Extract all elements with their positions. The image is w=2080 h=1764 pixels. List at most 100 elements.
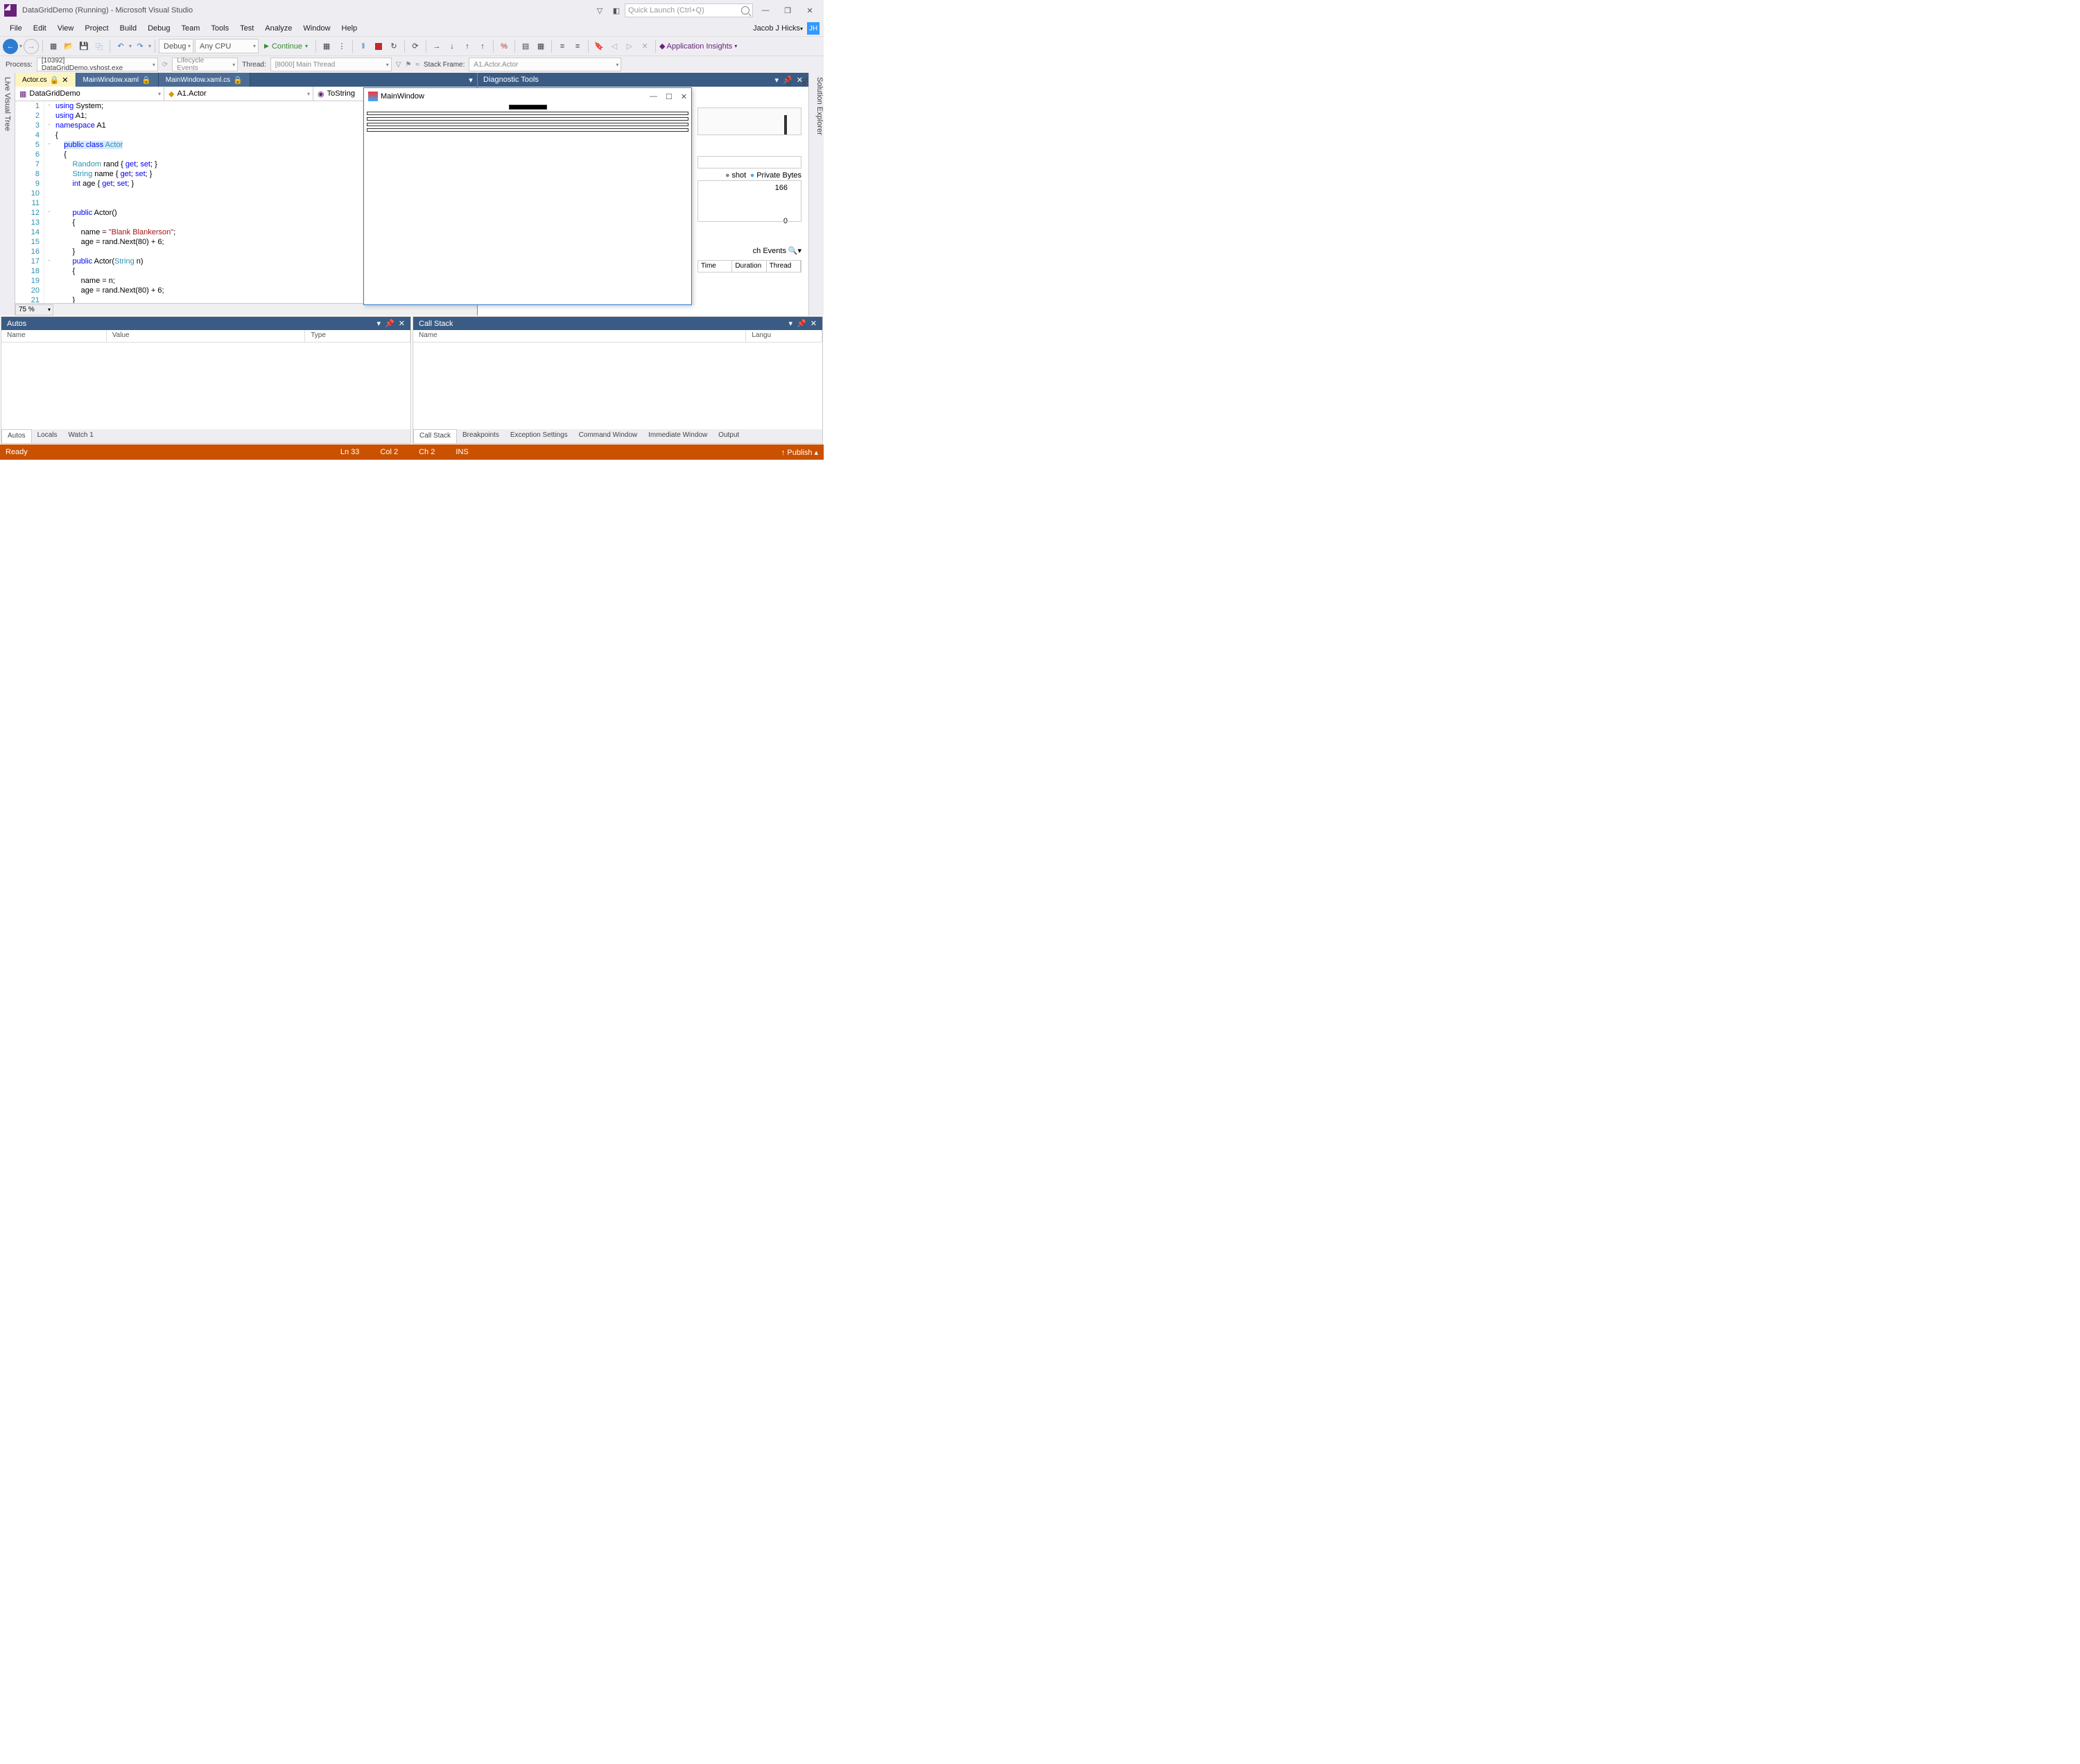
bottom-tab-autos[interactable]: Autos [1,429,32,443]
config-dropdown[interactable]: Debug [159,39,193,53]
save-all-icon[interactable]: ⿻ [92,40,106,53]
thread-dropdown[interactable]: [8000] Main Thread [270,58,392,71]
vs-logo-icon [4,4,17,17]
running-app-window[interactable]: MainWindow — ☐ ✕ [363,87,692,305]
nav-type[interactable]: ◆A1.Actor [164,87,313,101]
notifications-icon[interactable]: ◧ [611,5,622,16]
tool-icon-1[interactable]: ▦ [320,40,333,53]
close-icon[interactable]: ✕ [811,319,817,328]
step-over-icon[interactable]: ↓ [445,40,459,53]
menu-view[interactable]: View [52,23,80,34]
pin-icon[interactable]: 📌 [797,319,806,328]
tool-icon-4[interactable]: ▦ [534,40,548,53]
horizontal-scrollbar[interactable] [53,305,477,315]
menu-team[interactable]: Team [176,23,206,34]
datagrid-header[interactable] [509,105,547,110]
diagnostic-title: Diagnostic Tools [483,76,539,84]
menu-debug[interactable]: Debug [142,23,175,34]
save-icon[interactable]: 💾 [77,40,91,53]
maximize-icon[interactable]: ☐ [666,92,673,101]
step-into-icon[interactable]: → [430,40,444,53]
bottom-tab-breakpoints[interactable]: Breakpoints [457,429,505,443]
menu-project[interactable]: Project [79,23,114,34]
prev-icon[interactable]: ◁ [607,40,621,53]
next-icon[interactable]: ▷ [623,40,636,53]
stop-icon[interactable] [372,40,385,53]
tab-actor-cs[interactable]: Actor.cs 🔒 ✕ [15,73,76,87]
tab-mainwindow-xaml[interactable]: MainWindow.xaml 🔒 [76,73,159,87]
menu-edit[interactable]: Edit [28,23,52,34]
close-button[interactable]: ✕ [800,3,820,18]
menu-tools[interactable]: Tools [205,23,234,34]
bottom-tab-output[interactable]: Output [713,429,745,443]
nav-project[interactable]: ▦DataGridDemo [15,87,164,101]
tab-overflow[interactable]: ▾ [465,73,477,87]
indent-icon[interactable]: ≡ [555,40,569,53]
process-dropdown[interactable]: [10392] DataGridDemo.vshost.exe [37,58,158,71]
datagrid-row[interactable] [367,117,688,121]
undo-icon[interactable]: ↶ [114,40,128,53]
new-project-icon[interactable]: ▦ [46,40,60,53]
datagrid-row[interactable] [367,112,688,115]
stackframe-dropdown[interactable]: A1.Actor.Actor [469,58,621,71]
tool-icon-2[interactable]: ⋮ [335,40,349,53]
right-tab-solution-explorer[interactable]: Solution Explorer [815,77,824,315]
left-sidebar[interactable]: Live Visual Tree [0,73,15,315]
restart-icon[interactable]: ↻ [387,40,401,53]
nav-back-button[interactable]: ← [3,39,18,54]
user-name[interactable]: Jacob J Hicks [753,24,800,33]
callstack-title: Call Stack [419,320,453,328]
zoom-dropdown[interactable]: 75 % [15,304,53,315]
minimize-icon[interactable]: — [650,92,657,101]
diag-search[interactable]: ch Events 🔍▾ [753,246,801,255]
menu-build[interactable]: Build [114,23,142,34]
filter-icon[interactable]: ▽ [594,5,605,16]
menu-help[interactable]: Help [336,23,363,34]
menu-window[interactable]: Window [297,23,336,34]
perf-icon[interactable]: % [497,40,511,53]
main-toolbar: ← ▾ → ▦ 📂 💾 ⿻ ↶ ▾ ↷ ▾ Debug Any CPU Cont… [0,36,824,55]
continue-button[interactable]: Continue▾ [260,42,312,51]
menu-analyze[interactable]: Analyze [259,23,297,34]
platform-dropdown[interactable]: Any CPU [195,39,259,53]
status-bar: Ready Ln 33 Col 2 Ch 2 INS ↑ Publish ▴ [0,444,824,460]
quick-launch-input[interactable]: Quick Launch (Ctrl+Q) [625,3,753,17]
step-out-icon[interactable]: ↑ [460,40,474,53]
bottom-tab-watch-1[interactable]: Watch 1 [62,429,98,443]
bottom-tab-immediate-window[interactable]: Immediate Window [643,429,713,443]
menu-file[interactable]: File [4,23,28,34]
minimize-button[interactable]: — [756,3,775,18]
menu-test[interactable]: Test [234,23,259,34]
dropdown-icon[interactable]: ▾ [775,76,779,85]
step-icon[interactable]: ↑ [476,40,489,53]
open-icon[interactable]: 📂 [62,40,76,53]
close-icon[interactable]: ✕ [399,319,405,328]
diag-input[interactable] [697,156,801,168]
refresh-icon[interactable]: ⟳ [408,40,422,53]
pin-icon[interactable]: 📌 [385,319,395,328]
datagrid-row[interactable] [367,128,688,132]
close-icon[interactable]: ✕ [681,92,687,101]
lifecycle-dropdown[interactable]: Lifecycle Events [172,58,238,71]
bottom-tab-locals[interactable]: Locals [32,429,63,443]
bottom-tab-command-window[interactable]: Command Window [573,429,643,443]
tab-mainwindow-xaml-cs[interactable]: MainWindow.xaml.cs 🔒 [159,73,250,87]
user-badge[interactable]: JH [807,22,820,35]
redo-icon[interactable]: ↷ [133,40,147,53]
tool-icon-3[interactable]: ▤ [519,40,532,53]
clear-icon[interactable]: ✕ [638,40,652,53]
stackframe-label: Stack Frame: [424,61,465,69]
document-tabs: Actor.cs 🔒 ✕MainWindow.xaml 🔒MainWindow.… [15,73,477,87]
restore-button[interactable]: ❐ [778,3,797,18]
bookmark-icon[interactable]: 🔖 [592,40,606,53]
nav-forward-button[interactable]: → [24,39,39,54]
pause-icon[interactable]: ‖ [356,40,370,53]
status-ready: Ready [6,448,28,456]
app-insights-button[interactable]: Application Insights▾ [667,42,738,51]
outdent-icon[interactable]: ≡ [571,40,584,53]
datagrid-row[interactable] [367,123,688,126]
publish-button[interactable]: ↑ Publish ▴ [781,448,818,457]
diagnostic-chart [697,107,801,135]
bottom-tab-exception-settings[interactable]: Exception Settings [505,429,573,443]
bottom-tab-call-stack[interactable]: Call Stack [413,429,457,443]
